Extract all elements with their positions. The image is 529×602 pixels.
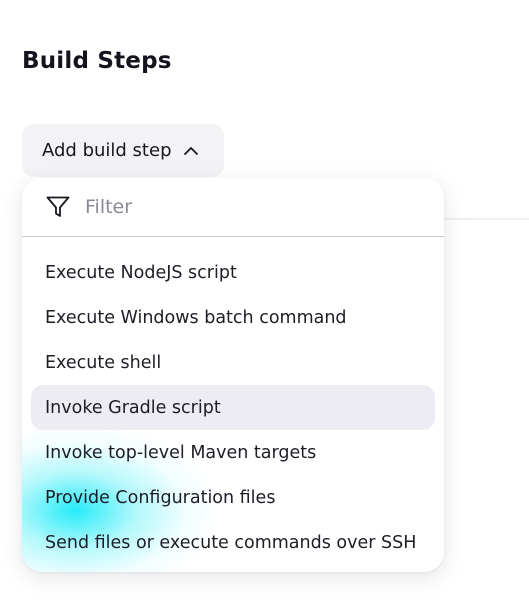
build-step-menu: Execute NodeJS script Execute Windows ba… <box>22 237 444 565</box>
add-build-step-button[interactable]: Add build step <box>22 124 224 177</box>
filter-row <box>22 178 444 237</box>
menu-item-execute-shell[interactable]: Execute shell <box>31 340 435 385</box>
section-divider <box>445 218 529 220</box>
menu-item-execute-windows-batch-command[interactable]: Execute Windows batch command <box>31 295 435 340</box>
chevron-up-icon <box>183 146 199 156</box>
filter-funnel-icon <box>45 194 71 220</box>
add-build-step-label: Add build step <box>42 140 172 161</box>
section-title: Build Steps <box>22 48 172 74</box>
build-step-dropdown: Execute NodeJS script Execute Windows ba… <box>22 178 444 572</box>
filter-input[interactable] <box>85 196 385 218</box>
menu-item-invoke-maven-targets[interactable]: Invoke top-level Maven targets <box>31 430 435 475</box>
menu-item-provide-configuration-files[interactable]: Provide Configuration files <box>31 475 435 520</box>
menu-item-execute-nodejs-script[interactable]: Execute NodeJS script <box>31 250 435 295</box>
menu-item-invoke-gradle-script[interactable]: Invoke Gradle script <box>31 385 435 430</box>
build-steps-page: Build Steps Add build step Execute NodeJ… <box>0 0 529 602</box>
menu-item-send-files-over-ssh[interactable]: Send files or execute commands over SSH <box>31 520 435 565</box>
